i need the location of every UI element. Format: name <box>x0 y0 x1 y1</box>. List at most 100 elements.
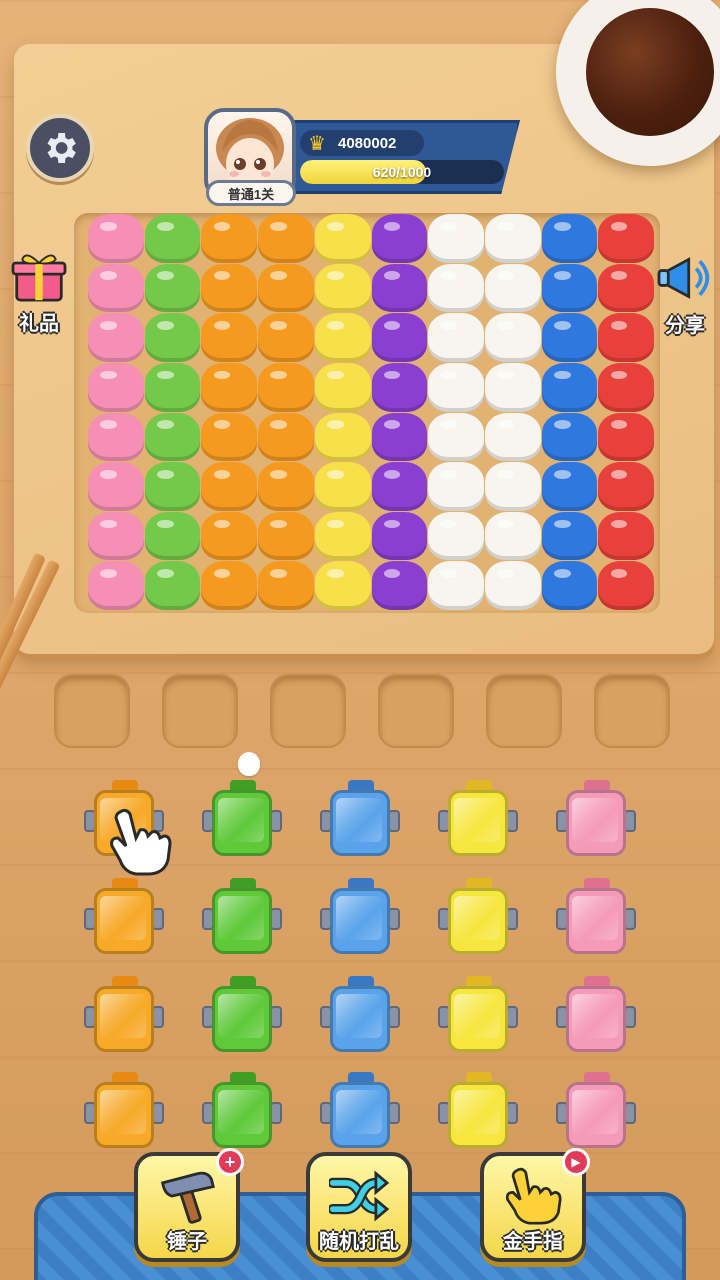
food-fried-shrimp[interactable] <box>201 214 258 263</box>
food-shrimp[interactable] <box>88 313 144 362</box>
food-fried-shrimp[interactable] <box>258 462 314 511</box>
food-rice-ball[interactable] <box>484 462 541 511</box>
container-green[interactable] <box>202 976 282 1054</box>
food-fish[interactable] <box>541 462 598 511</box>
food-eggplant[interactable] <box>371 561 428 610</box>
food-fish[interactable] <box>541 511 598 561</box>
food-eggplant[interactable] <box>371 313 428 362</box>
food-rice-ball[interactable] <box>428 362 484 412</box>
food-rice-ball[interactable] <box>428 561 484 610</box>
food-bok-choy[interactable] <box>144 412 201 462</box>
food-bok-choy[interactable] <box>144 214 201 263</box>
container-green[interactable] <box>202 878 282 956</box>
food-tuna[interactable] <box>598 511 654 561</box>
food-rice-ball[interactable] <box>428 511 484 561</box>
container-pink[interactable] <box>556 780 636 858</box>
food-bok-choy[interactable] <box>144 462 201 511</box>
food-fish[interactable] <box>541 412 598 462</box>
food-tamago[interactable] <box>314 263 371 313</box>
food-eggplant[interactable] <box>371 412 428 462</box>
food-tuna[interactable] <box>598 412 654 462</box>
food-bok-choy[interactable] <box>144 561 201 610</box>
food-shrimp[interactable] <box>88 561 144 610</box>
food-bok-choy[interactable] <box>144 313 201 362</box>
container-orange[interactable] <box>84 878 164 956</box>
food-tuna[interactable] <box>598 462 654 511</box>
container-yellow[interactable] <box>438 780 518 858</box>
container-pink[interactable] <box>556 1072 636 1150</box>
shuffle-button[interactable]: 随机打乱 <box>306 1152 412 1262</box>
food-tuna[interactable] <box>598 214 654 263</box>
container-pink[interactable] <box>556 976 636 1054</box>
food-rice-ball[interactable] <box>428 462 484 511</box>
food-rice-ball[interactable] <box>428 263 484 313</box>
container-orange[interactable] <box>84 976 164 1054</box>
food-rice-ball[interactable] <box>484 313 541 362</box>
food-tamago[interactable] <box>314 462 371 511</box>
food-eggplant[interactable] <box>371 511 428 561</box>
golden-finger-button[interactable]: 金手指 ▶ <box>480 1148 590 1262</box>
food-rice-ball[interactable] <box>484 263 541 313</box>
food-fried-shrimp[interactable] <box>201 313 258 362</box>
gift-button[interactable]: 礼品 <box>4 250 74 336</box>
food-eggplant[interactable] <box>371 214 428 263</box>
food-tuna[interactable] <box>598 313 654 362</box>
food-bok-choy[interactable] <box>144 362 201 412</box>
food-bok-choy[interactable] <box>144 511 201 561</box>
food-shrimp[interactable] <box>88 462 144 511</box>
food-fried-shrimp[interactable] <box>258 412 314 462</box>
food-tamago[interactable] <box>314 362 371 412</box>
food-fried-shrimp[interactable] <box>258 214 314 263</box>
container-yellow[interactable] <box>438 1072 518 1150</box>
food-fried-shrimp[interactable] <box>201 561 258 610</box>
food-fish[interactable] <box>541 263 598 313</box>
food-fried-shrimp[interactable] <box>258 561 314 610</box>
food-rice-ball[interactable] <box>428 412 484 462</box>
hammer-button[interactable]: 锤子 + <box>134 1148 244 1262</box>
food-tamago[interactable] <box>314 313 371 362</box>
container-pink[interactable] <box>556 878 636 956</box>
food-fried-shrimp[interactable] <box>201 263 258 313</box>
food-fish[interactable] <box>541 561 598 610</box>
food-rice-ball[interactable] <box>428 313 484 362</box>
food-fried-shrimp[interactable] <box>258 263 314 313</box>
settings-button[interactable] <box>26 114 94 182</box>
food-fish[interactable] <box>541 214 598 263</box>
container-green[interactable] <box>202 780 282 858</box>
food-rice-ball[interactable] <box>484 511 541 561</box>
food-shrimp[interactable] <box>88 263 144 313</box>
food-fried-shrimp[interactable] <box>201 511 258 561</box>
container-blue[interactable] <box>320 780 400 858</box>
container-yellow[interactable] <box>438 976 518 1054</box>
food-fried-shrimp[interactable] <box>201 362 258 412</box>
food-fried-shrimp[interactable] <box>258 313 314 362</box>
container-green[interactable] <box>202 1072 282 1150</box>
container-orange[interactable] <box>84 1072 164 1150</box>
food-rice-ball[interactable] <box>484 561 541 610</box>
food-eggplant[interactable] <box>371 263 428 313</box>
food-rice-ball[interactable] <box>428 214 484 263</box>
food-fish[interactable] <box>541 313 598 362</box>
food-tamago[interactable] <box>314 561 371 610</box>
food-eggplant[interactable] <box>371 462 428 511</box>
food-fried-shrimp[interactable] <box>258 511 314 561</box>
food-shrimp[interactable] <box>88 511 144 561</box>
food-fish[interactable] <box>541 362 598 412</box>
food-tamago[interactable] <box>314 511 371 561</box>
container-blue[interactable] <box>320 878 400 956</box>
food-fried-shrimp[interactable] <box>258 362 314 412</box>
food-rice-ball[interactable] <box>484 362 541 412</box>
food-fried-shrimp[interactable] <box>201 462 258 511</box>
food-rice-ball[interactable] <box>484 412 541 462</box>
food-tuna[interactable] <box>598 561 654 610</box>
food-tuna[interactable] <box>598 362 654 412</box>
food-tamago[interactable] <box>314 214 371 263</box>
container-blue[interactable] <box>320 1072 400 1150</box>
food-shrimp[interactable] <box>88 412 144 462</box>
share-button[interactable]: 分享 <box>650 252 720 338</box>
container-yellow[interactable] <box>438 878 518 956</box>
add-badge[interactable]: + <box>216 1148 244 1176</box>
food-tamago[interactable] <box>314 412 371 462</box>
play-video-icon[interactable]: ▶ <box>562 1148 590 1176</box>
food-fried-shrimp[interactable] <box>201 412 258 462</box>
